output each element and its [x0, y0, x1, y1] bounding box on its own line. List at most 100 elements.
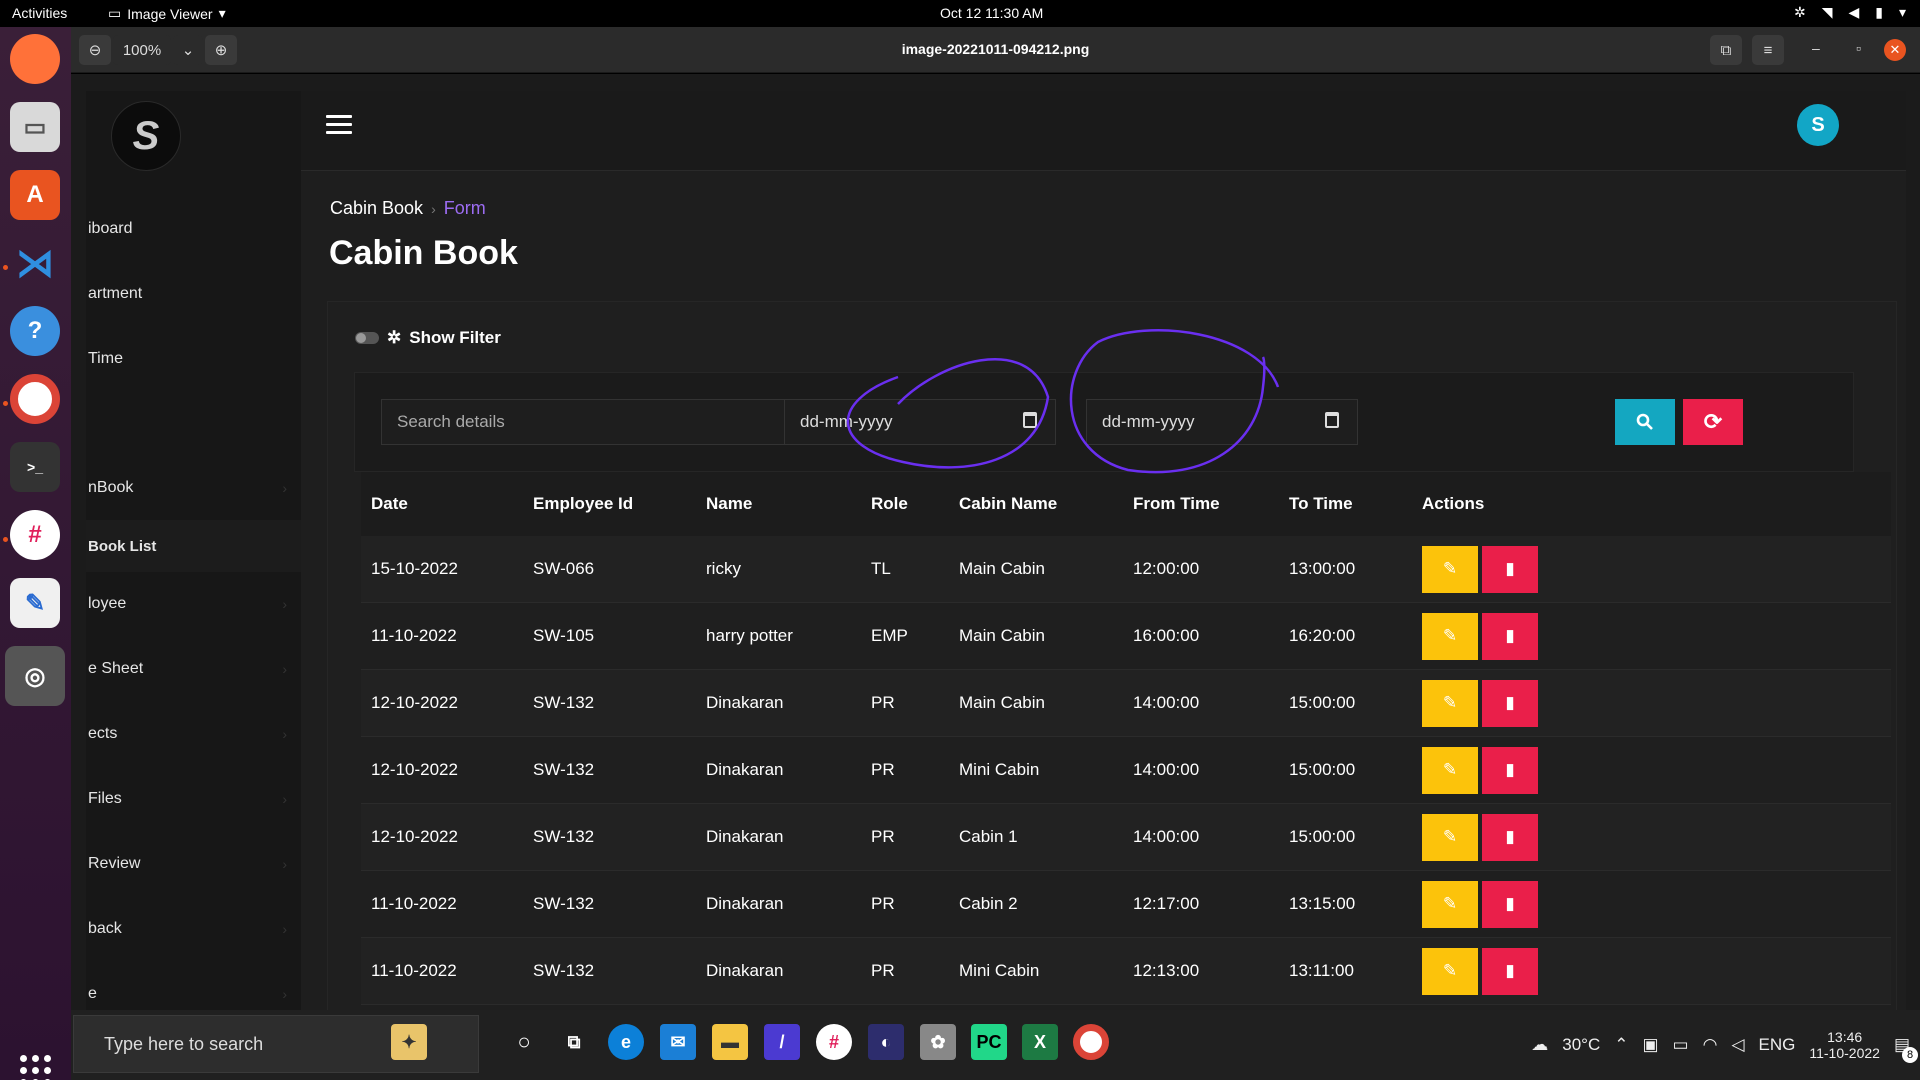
sidebar-item-projects[interactable]: ects › [86, 708, 301, 760]
column-header-role[interactable]: Role [871, 494, 908, 514]
sidebar-item-time-sheet[interactable]: e Sheet › [86, 643, 301, 695]
files-icon[interactable]: ▭ [10, 102, 60, 152]
system-tray[interactable]: ✲ ◥ ◀ ▮ ▾ [1794, 4, 1906, 21]
delete-button[interactable]: ▮ [1482, 746, 1538, 794]
table-row: 11-10-2022 SW-132 Dinakaran PR Mini Cabin 12:… [361, 938, 1891, 1005]
sidebar-item-department[interactable]: artment [86, 268, 301, 320]
excel-icon[interactable]: X [1022, 1024, 1058, 1060]
breadcrumb-parent[interactable]: Cabin Book [330, 198, 423, 219]
wifi-icon: ◥ [1821, 4, 1833, 20]
show-apps-icon[interactable] [20, 1055, 52, 1080]
wifi-icon[interactable]: ◠ [1703, 1035, 1718, 1055]
edit-button[interactable]: ✎ [1422, 679, 1478, 727]
calendar-icon[interactable] [1023, 412, 1037, 428]
edit-button[interactable]: ✎ [1422, 880, 1478, 928]
edit-button[interactable]: ✎ [1422, 545, 1478, 593]
hamburger-menu-icon[interactable] [326, 115, 352, 134]
pycharm-icon[interactable]: PC [971, 1024, 1007, 1060]
edit-button[interactable]: ✎ [1422, 746, 1478, 794]
sidebar-item-cabin-book-list[interactable]: Book List [86, 520, 301, 572]
chevron-down-icon[interactable]: ▾ [1899, 4, 1906, 21]
sidebar-item-dashboard[interactable]: iboard [86, 203, 301, 255]
image-viewer-icon[interactable]: ◎ [5, 646, 65, 706]
chevron-right-icon: › [282, 791, 287, 807]
sidebar-item-files[interactable]: Files › [86, 773, 301, 825]
to-date-field[interactable]: dd-mm-yyyy [1086, 399, 1358, 445]
task-view-icon[interactable]: ⧉ [556, 1024, 592, 1060]
taskbar-clock[interactable]: 13:46 11-10-2022 [1809, 1029, 1880, 1061]
reset-button[interactable]: ⟳ [1683, 399, 1743, 445]
table-row: 12-10-2022 SW-132 Dinakaran PR Main Cabin 14:… [361, 670, 1891, 737]
vscode-icon[interactable]: ⋊ [10, 238, 60, 288]
column-header-from-time[interactable]: From Time [1133, 494, 1220, 514]
activities-button[interactable]: Activities [12, 5, 67, 21]
edge-icon[interactable]: e [608, 1024, 644, 1060]
breadcrumb-current: Form [443, 198, 486, 218]
cortana-icon[interactable]: ○ [506, 1024, 542, 1060]
maximize-icon[interactable]: ▫ [1856, 40, 1861, 56]
column-header-cabin-name[interactable]: Cabin Name [959, 494, 1057, 514]
delete-button[interactable]: ▮ [1482, 813, 1538, 861]
terminal-icon[interactable]: >_ [10, 442, 60, 492]
chrome-icon[interactable] [1073, 1024, 1109, 1060]
show-filter-toggle[interactable]: ✲ Show Filter [355, 328, 501, 348]
text-editor-icon[interactable]: ✎ [10, 578, 60, 628]
cell-to-time: 13:11:00 [1289, 961, 1354, 980]
chevron-up-icon[interactable]: ⌃ [1614, 1035, 1628, 1055]
column-header-name[interactable]: Name [706, 494, 752, 514]
delete-button[interactable]: ▮ [1482, 880, 1538, 928]
search-button[interactable] [1615, 399, 1675, 445]
delete-button[interactable]: ▮ [1482, 545, 1538, 593]
from-date-field[interactable]: dd-mm-yyyy [784, 399, 1056, 445]
search-highlight-icon[interactable]: ✦ [391, 1024, 427, 1060]
avatar[interactable]: S [1797, 104, 1839, 146]
sidebar-item-employee[interactable]: loyee › [86, 578, 301, 630]
firefox-icon[interactable] [10, 34, 60, 84]
calendar-icon[interactable] [1325, 412, 1339, 428]
visual-studio-icon[interactable]: / [764, 1024, 800, 1060]
close-icon[interactable]: ✕ [1884, 39, 1906, 61]
help-icon[interactable]: ? [10, 306, 60, 356]
battery-icon[interactable]: ▭ [1673, 1035, 1689, 1055]
language-indicator[interactable]: ENG [1759, 1035, 1796, 1055]
weather-temp[interactable]: 30°C [1562, 1035, 1600, 1055]
edit-button[interactable]: ✎ [1422, 947, 1478, 995]
volume-icon[interactable]: ◁ [1731, 1035, 1744, 1055]
search-input[interactable]: Search details [381, 399, 838, 445]
cell-date: 11-10-2022 [371, 626, 457, 645]
chrome-icon[interactable] [10, 374, 60, 424]
gallery-icon[interactable]: ⧉ [1710, 35, 1742, 65]
column-header-employee-id[interactable]: Employee Id [533, 494, 633, 514]
delete-button[interactable]: ▮ [1482, 947, 1538, 995]
sidebar-item-review[interactable]: Review › [86, 838, 301, 890]
slack-icon[interactable]: # [816, 1024, 852, 1060]
sidebar-item-label: Files [88, 790, 122, 807]
software-center-icon[interactable]: A [10, 170, 60, 220]
slack-icon[interactable]: # [10, 510, 60, 560]
sidebar-item-cabin-book[interactable]: nBook › [86, 462, 301, 514]
meet-icon[interactable]: ▣ [1642, 1035, 1658, 1055]
edit-button[interactable]: ✎ [1422, 612, 1478, 660]
eclipse-icon[interactable]: ◐ [868, 1024, 904, 1060]
paint-icon[interactable]: ✿ [920, 1024, 956, 1060]
weather-icon[interactable]: ☁ [1531, 1035, 1548, 1055]
mail-icon[interactable]: ✉ [660, 1024, 696, 1060]
menu-icon[interactable]: ≡ [1752, 35, 1784, 65]
cell-date: 15-10-2022 [371, 559, 458, 578]
delete-button[interactable]: ▮ [1482, 679, 1538, 727]
delete-button[interactable]: ▮ [1482, 612, 1538, 660]
file-explorer-icon[interactable]: ▬ [712, 1024, 748, 1060]
clock[interactable]: Oct 12 11:30 AM [940, 5, 1043, 21]
pencil-icon: ✎ [1442, 894, 1458, 913]
accessibility-icon[interactable]: ✲ [1794, 4, 1806, 21]
app-menu[interactable]: ▭ Image Viewer ▾ [108, 5, 226, 22]
edit-button[interactable]: ✎ [1422, 813, 1478, 861]
sidebar-item-label: artment [88, 285, 143, 302]
column-header-to-time[interactable]: To Time [1289, 494, 1353, 514]
notifications-icon[interactable]: ▤ 8 [1894, 1035, 1918, 1063]
column-header-date[interactable]: Date [371, 494, 408, 514]
toggle-switch[interactable] [355, 332, 379, 344]
sidebar-item-time[interactable]: Time [86, 333, 301, 385]
sidebar-item-feedback[interactable]: back › [86, 903, 301, 955]
minimize-icon[interactable]: – [1812, 40, 1820, 56]
